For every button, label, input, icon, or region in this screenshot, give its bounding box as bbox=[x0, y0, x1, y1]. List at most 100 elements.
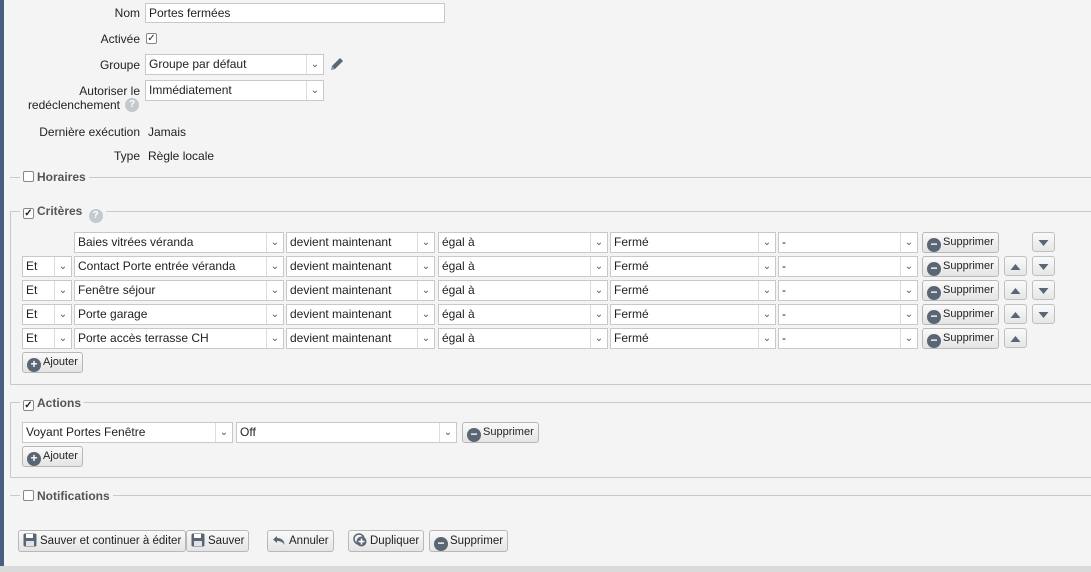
criteria-delete-label: Supprimer bbox=[943, 260, 994, 272]
triangle-up-icon bbox=[1010, 288, 1021, 294]
name-input[interactable]: Portes fermées bbox=[145, 3, 445, 23]
criteria-operator-select[interactable]: égal à ⌄ bbox=[438, 280, 608, 301]
chevron-down-icon: ⌄ bbox=[266, 281, 283, 300]
minus-icon: − bbox=[927, 310, 941, 324]
criteria-checkbox[interactable]: ✓ bbox=[23, 208, 34, 219]
retrigger-select[interactable]: Immédiatement ⌄ bbox=[145, 80, 324, 101]
criteria-device-select[interactable]: Baies vitrées véranda ⌄ bbox=[74, 232, 284, 253]
criteria-delete-button[interactable]: − Supprimer bbox=[922, 256, 999, 277]
criteria-value-select[interactable]: Fermé ⌄ bbox=[610, 280, 776, 301]
criteria-when-select[interactable]: devient maintenant ⌄ bbox=[286, 280, 435, 301]
action-add-button[interactable]: + Ajouter bbox=[22, 446, 83, 467]
help-icon[interactable]: ? bbox=[125, 98, 139, 112]
criteria-conjunction-select[interactable]: Et ⌄ bbox=[22, 304, 72, 325]
triangle-down-icon bbox=[1038, 264, 1049, 270]
criteria-when-select[interactable]: devient maintenant ⌄ bbox=[286, 304, 435, 325]
cancel-button[interactable]: Annuler bbox=[267, 530, 334, 552]
move-up-button[interactable] bbox=[1004, 280, 1027, 300]
action-delete-button[interactable]: − Supprimer bbox=[462, 422, 539, 443]
type-value: Règle locale bbox=[148, 149, 215, 163]
move-up-button[interactable] bbox=[1004, 304, 1027, 324]
chevron-down-icon: ⌄ bbox=[758, 281, 775, 300]
criteria-extra-select[interactable]: - ⌄ bbox=[778, 304, 918, 325]
action-value-select[interactable]: Off ⌄ bbox=[236, 422, 457, 443]
action-device-select[interactable]: Voyant Portes Fenêtre ⌄ bbox=[22, 422, 233, 443]
criteria-device-select[interactable]: Porte garage ⌄ bbox=[74, 304, 284, 325]
criteria-add-button[interactable]: + Ajouter bbox=[22, 352, 83, 373]
save-button[interactable]: Sauver bbox=[186, 530, 250, 552]
triangle-down-icon bbox=[1038, 312, 1049, 318]
chevron-down-icon: ⌄ bbox=[306, 81, 323, 100]
chevron-down-icon: ⌄ bbox=[900, 257, 917, 276]
criteria-value-select-value: Fermé bbox=[614, 283, 649, 297]
save-continue-button[interactable]: Sauver et continuer à éditer bbox=[18, 530, 187, 552]
notifications-checkbox[interactable] bbox=[23, 490, 34, 501]
criteria-value-select[interactable]: Fermé ⌄ bbox=[610, 256, 776, 277]
move-up-button[interactable] bbox=[1004, 328, 1027, 348]
criteria-value-select-value: Fermé bbox=[614, 235, 649, 249]
criteria-extra-select[interactable]: - ⌄ bbox=[778, 280, 918, 301]
criteria-delete-button[interactable]: − Supprimer bbox=[922, 280, 999, 301]
minus-icon: − bbox=[467, 428, 481, 442]
duplicate-button[interactable]: Dupliquer bbox=[348, 530, 425, 552]
schedules-title: Horaires bbox=[37, 170, 86, 184]
criteria-conjunction-select[interactable]: Et ⌄ bbox=[22, 328, 72, 349]
criteria-operator-select[interactable]: égal à ⌄ bbox=[438, 328, 608, 349]
criteria-operator-select-value: égal à bbox=[442, 331, 475, 345]
criteria-value-select[interactable]: Fermé ⌄ bbox=[610, 232, 776, 253]
action-device-value: Voyant Portes Fenêtre bbox=[26, 425, 146, 439]
move-down-button[interactable] bbox=[1032, 304, 1055, 324]
criteria-conjunction-select[interactable]: Et ⌄ bbox=[22, 256, 72, 277]
criteria-operator-select[interactable]: égal à ⌄ bbox=[438, 304, 608, 325]
criteria-operator-select-value: égal à bbox=[442, 307, 475, 321]
criteria-device-select[interactable]: Porte accès terrasse CH ⌄ bbox=[74, 328, 284, 349]
criteria-conjunction-select[interactable]: Et ⌄ bbox=[22, 280, 72, 301]
criteria-conjunction-select-value: Et bbox=[26, 259, 38, 273]
criteria-delete-button[interactable]: − Supprimer bbox=[922, 232, 999, 253]
criteria-device-select[interactable]: Fenêtre séjour ⌄ bbox=[74, 280, 284, 301]
criteria-device-select-value: Porte garage bbox=[78, 307, 148, 321]
criteria-extra-select[interactable]: - ⌄ bbox=[778, 328, 918, 349]
move-down-button[interactable] bbox=[1032, 280, 1055, 300]
criteria-value-select[interactable]: Fermé ⌄ bbox=[610, 328, 776, 349]
rule-edit-page: Nom Portes fermées Activée ✓ Groupe Grou… bbox=[4, 0, 1091, 566]
move-down-button[interactable] bbox=[1032, 256, 1055, 276]
group-select[interactable]: Groupe par défaut ⌄ bbox=[145, 54, 324, 75]
chevron-down-icon: ⌄ bbox=[590, 233, 607, 252]
criteria-operator-select[interactable]: égal à ⌄ bbox=[438, 232, 608, 253]
last-exec-label: Dernière exécution bbox=[39, 125, 140, 139]
schedules-checkbox[interactable] bbox=[23, 171, 34, 182]
criteria-extra-select[interactable]: - ⌄ bbox=[778, 256, 918, 277]
criteria-when-select[interactable]: devient maintenant ⌄ bbox=[286, 328, 435, 349]
move-down-button[interactable] bbox=[1032, 232, 1055, 252]
criteria-delete-button[interactable]: − Supprimer bbox=[922, 304, 999, 325]
delete-rule-label: Supprimer bbox=[450, 535, 504, 547]
chevron-down-icon: ⌄ bbox=[266, 257, 283, 276]
name-label: Nom bbox=[114, 6, 140, 20]
criteria-delete-button[interactable]: − Supprimer bbox=[922, 328, 999, 349]
criteria-value-select[interactable]: Fermé ⌄ bbox=[610, 304, 776, 325]
criteria-when-select-value: devient maintenant bbox=[290, 331, 392, 345]
move-up-button[interactable] bbox=[1004, 256, 1027, 276]
chevron-down-icon: ⌄ bbox=[417, 233, 434, 252]
criteria-add-label: Ajouter bbox=[43, 356, 78, 368]
help-icon[interactable]: ? bbox=[88, 209, 103, 223]
chevron-down-icon: ⌄ bbox=[590, 281, 607, 300]
criteria-value-select-value: Fermé bbox=[614, 259, 649, 273]
enabled-checkbox[interactable]: ✓ bbox=[146, 33, 157, 44]
criteria-extra-select-value: - bbox=[782, 283, 786, 297]
pencil-icon[interactable] bbox=[329, 56, 345, 72]
delete-rule-button[interactable]: − Supprimer bbox=[429, 530, 509, 552]
minus-icon: − bbox=[927, 262, 941, 276]
criteria-operator-select[interactable]: égal à ⌄ bbox=[438, 256, 608, 277]
criteria-extra-select[interactable]: - ⌄ bbox=[778, 232, 918, 253]
chevron-down-icon: ⌄ bbox=[306, 55, 323, 74]
criteria-operator-select-value: égal à bbox=[442, 259, 475, 273]
criteria-value-select-value: Fermé bbox=[614, 307, 649, 321]
chevron-down-icon: ⌄ bbox=[54, 305, 71, 324]
criteria-when-select[interactable]: devient maintenant ⌄ bbox=[286, 232, 435, 253]
criteria-device-select[interactable]: Contact Porte entrée véranda ⌄ bbox=[74, 256, 284, 277]
criteria-when-select[interactable]: devient maintenant ⌄ bbox=[286, 256, 435, 277]
triangle-up-icon bbox=[1010, 264, 1021, 270]
actions-checkbox[interactable]: ✓ bbox=[23, 400, 34, 411]
